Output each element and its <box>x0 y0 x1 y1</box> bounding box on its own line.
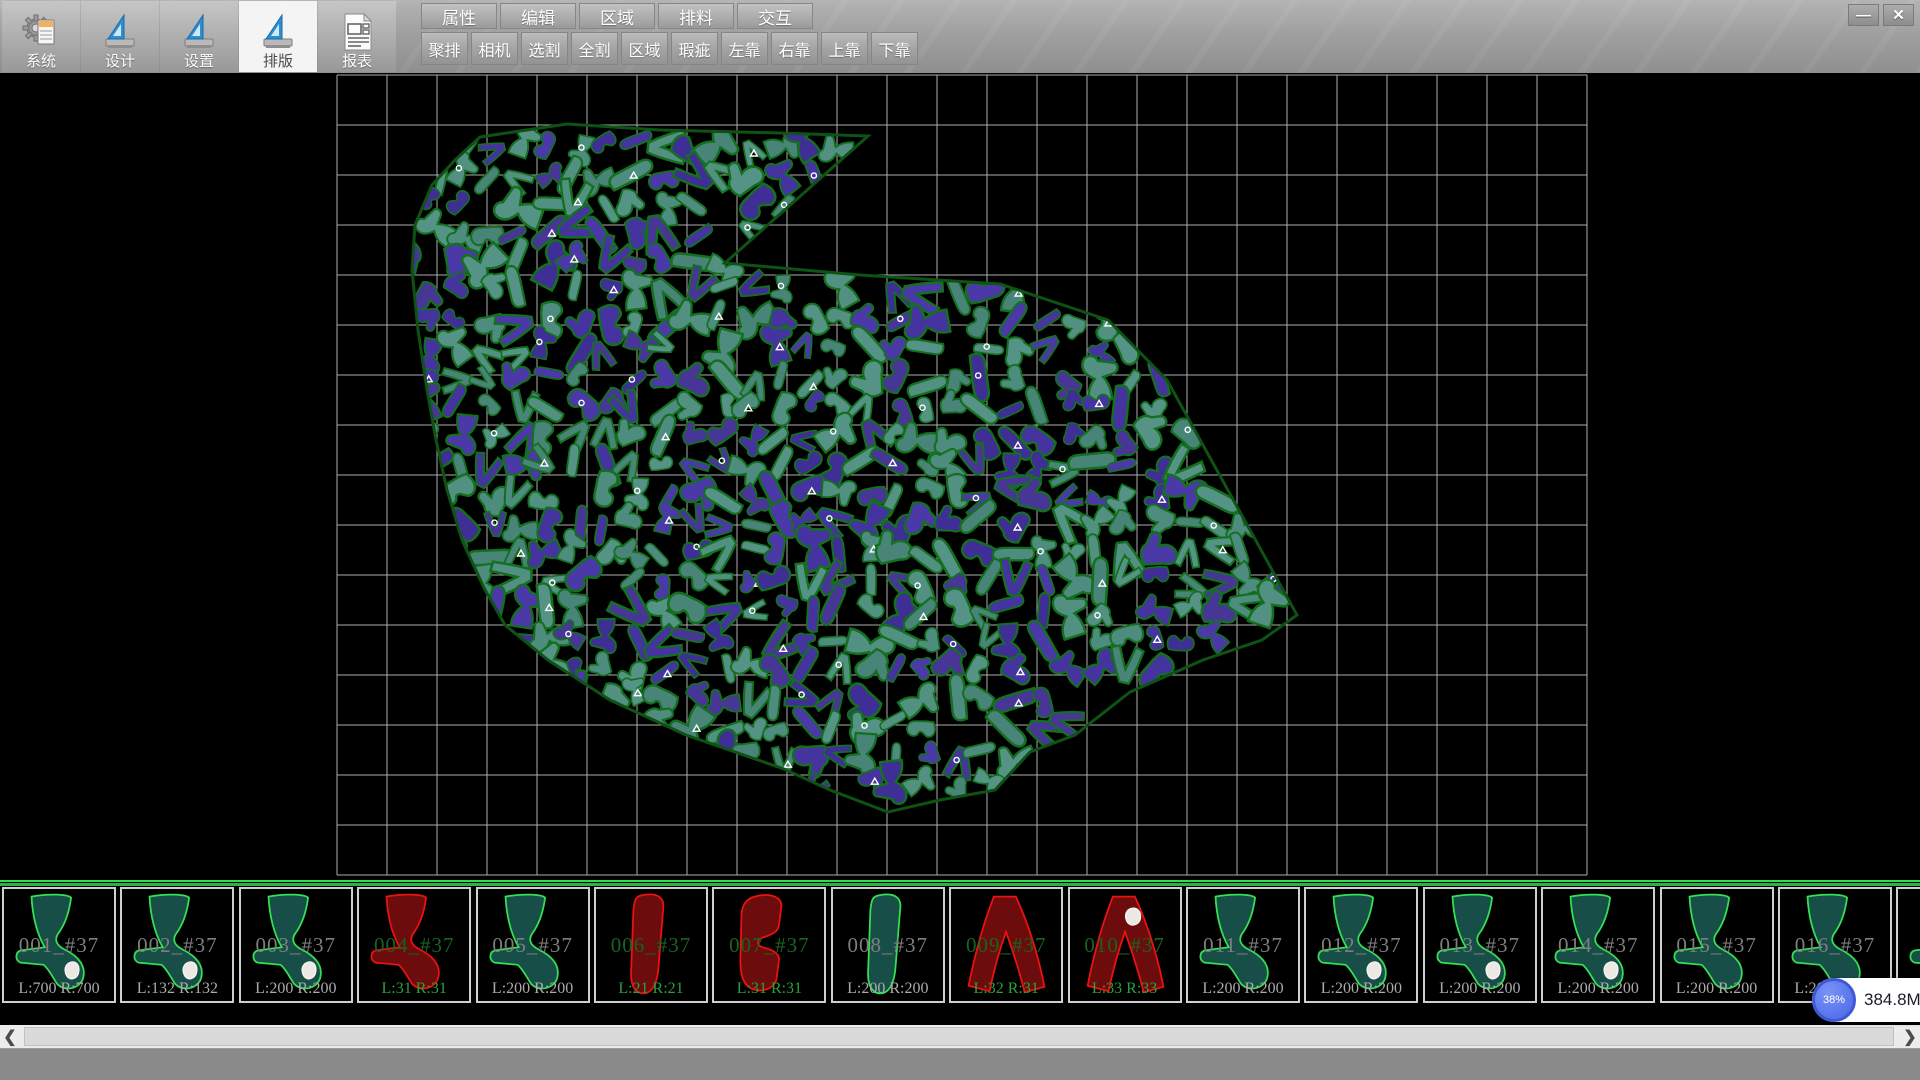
piece-thumbnail-3[interactable]: 003_#37 L:200 R:200 <box>239 887 353 1003</box>
close-button[interactable]: ✕ <box>1883 4 1914 26</box>
horizontal-scrollbar[interactable]: ❮ ❯ <box>0 1025 1920 1048</box>
menu-tab-5[interactable]: 交互 <box>737 3 813 29</box>
system-gear-icon <box>21 12 61 53</box>
piece-thumbnail-8[interactable]: 008_#37 L:200 R:200 <box>831 887 945 1003</box>
piece-id-label: 003_#37 <box>241 933 351 958</box>
tool-button-2[interactable]: 相机 <box>471 32 518 65</box>
piece-thumbnail-strip: 001_#37 L:700 R:700 002_#37 L:132 R:132 003_… <box>0 880 1920 1008</box>
tool-button-7[interactable]: 左靠 <box>721 32 768 65</box>
piece-id-label: 002_#37 <box>122 933 232 958</box>
tool-button-9[interactable]: 上靠 <box>821 32 868 65</box>
piece-id-label: 010_#37 <box>1070 933 1180 958</box>
scrollbar-thumb[interactable] <box>24 1027 1894 1046</box>
piece-lr-values: L:200 R:200 <box>1543 980 1653 998</box>
piece-lr-values: L:200 R:200 <box>833 980 943 998</box>
piece-thumbnail-15[interactable]: 015_#37 L:200 R:200 <box>1660 887 1774 1003</box>
main-button-label: 排版 <box>263 53 293 70</box>
memory-value: 384.8M <box>1864 990 1920 1010</box>
piece-id-label: 016_#37 <box>1780 933 1890 958</box>
menu-tab-1[interactable]: 属性 <box>421 3 497 29</box>
piece-id-label: 012_#37 <box>1306 933 1416 958</box>
piece-lr-values: L:200 R:200 <box>1425 980 1535 998</box>
settings-ruler-icon <box>179 12 219 53</box>
tool-button-1[interactable]: 聚排 <box>421 32 468 65</box>
piece-thumbnail-13[interactable]: 013_#37 L:200 R:200 <box>1423 887 1537 1003</box>
main-button-label: 设计 <box>105 53 135 70</box>
piece-thumbnail-12[interactable]: 012_#37 L:200 R:200 <box>1304 887 1418 1003</box>
window-controls: — ✕ <box>1848 4 1914 26</box>
piece-thumbnail-7[interactable]: 007_#37 L:31 R:31 <box>712 887 826 1003</box>
piece-lr-values: L:200 R:200 <box>1662 980 1772 998</box>
piece-id-label: 015_#37 <box>1662 933 1772 958</box>
main-toolbar: 系统 设计 设置 排版 报表 属性编辑区域排料交互 聚排相机选割全割区域瑕疵左靠… <box>0 0 1920 73</box>
nesting-canvas[interactable] <box>0 73 1920 880</box>
main-button-label: 系统 <box>26 53 56 70</box>
piece-id-label: 004_#37 <box>359 933 469 958</box>
piece-lr-values: L:700 R:700 <box>4 980 114 998</box>
main-button-2[interactable]: 设计 <box>81 1 159 72</box>
tool-button-5[interactable]: 区域 <box>621 32 668 65</box>
piece-lr-values: L:200 R:200 <box>1188 980 1298 998</box>
main-button-1[interactable]: 系统 <box>2 1 80 72</box>
piece-lr-values: L:200 R:200 <box>241 980 351 998</box>
tool-button-10[interactable]: 下靠 <box>871 32 918 65</box>
main-button-5[interactable]: 报表 <box>318 1 396 72</box>
design-ruler-icon <box>100 12 140 53</box>
tool-button-8[interactable]: 右靠 <box>771 32 818 65</box>
piece-lr-values: L:200 R:200 <box>1306 980 1416 998</box>
piece-id-label: 011_#37 <box>1188 933 1298 958</box>
tool-button-6[interactable]: 瑕疵 <box>671 32 718 65</box>
menu-tab-3[interactable]: 区域 <box>579 3 655 29</box>
piece-lr-values: L:33 R:33 <box>1070 980 1180 998</box>
main-button-label: 设置 <box>184 53 214 70</box>
minimize-button[interactable]: — <box>1848 4 1879 26</box>
piece-thumbnail-2[interactable]: 002_#37 L:132 R:132 <box>120 887 234 1003</box>
report-doc-icon <box>337 12 377 53</box>
piece-thumbnail-6[interactable]: 006_#37 L:21 R:21 <box>594 887 708 1003</box>
scroll-right-icon[interactable]: ❯ <box>1900 1025 1920 1048</box>
piece-thumbnail-14[interactable]: 014_#37 L:200 R:200 <box>1541 887 1655 1003</box>
piece-id-label: 007_#37 <box>714 933 824 958</box>
piece-lr-values: L:132 R:132 <box>122 980 232 998</box>
piece-lr-values: L:32 R:31 <box>951 980 1061 998</box>
tool-button-row: 聚排相机选割全割区域瑕疵左靠右靠上靠下靠 <box>421 32 918 65</box>
main-button-label: 报表 <box>342 53 372 70</box>
main-button-4[interactable]: 排版 <box>239 1 317 72</box>
menu-tab-4[interactable]: 排料 <box>658 3 734 29</box>
piece-lr-values: L:21 R:21 <box>596 980 706 998</box>
piece-lr-values: L:200 R:200 <box>478 980 588 998</box>
piece-id-label: 009_#37 <box>951 933 1061 958</box>
piece-thumbnail-5[interactable]: 005_#37 L:200 R:200 <box>476 887 590 1003</box>
piece-id-label: 013_#37 <box>1425 933 1535 958</box>
strip-separator <box>0 880 1920 886</box>
piece-lr-values: L:31 R:31 <box>359 980 469 998</box>
piece-id-label: 014_#37 <box>1543 933 1653 958</box>
piece-thumbnail-1[interactable]: 001_#37 L:700 R:700 <box>2 887 116 1003</box>
piece-id-label: 008_#37 <box>833 933 943 958</box>
piece-thumbnail-4[interactable]: 004_#37 L:31 R:31 <box>357 887 471 1003</box>
status-bar <box>0 1048 1920 1080</box>
usage-percent-icon: 38% <box>1812 978 1856 1022</box>
memory-usage-badge: 38% 384.8M <box>1812 978 1920 1022</box>
piece-lr-values: L:31 R:31 <box>714 980 824 998</box>
layout-ruler-icon <box>258 12 298 53</box>
piece-thumbnail-9[interactable]: 009_#37 L:32 R:31 <box>949 887 1063 1003</box>
scroll-left-icon[interactable]: ❮ <box>0 1025 20 1048</box>
main-button-3[interactable]: 设置 <box>160 1 238 72</box>
piece-id-label: 001_#37 <box>4 933 114 958</box>
menu-tab-2[interactable]: 编辑 <box>500 3 576 29</box>
usage-percent: 38% <box>1823 994 1845 1006</box>
tool-button-4[interactable]: 全割 <box>571 32 618 65</box>
menu-tab-row: 属性编辑区域排料交互 <box>421 3 813 29</box>
application-window: 系统 设计 设置 排版 报表 属性编辑区域排料交互 聚排相机选割全割区域瑕疵左靠… <box>0 0 1920 1080</box>
piece-thumbnail-11[interactable]: 011_#37 L:200 R:200 <box>1186 887 1300 1003</box>
tool-button-3[interactable]: 选割 <box>521 32 568 65</box>
piece-thumbnail-10[interactable]: 010_#37 L:33 R:33 <box>1068 887 1182 1003</box>
piece-id-label: 006_#37 <box>596 933 706 958</box>
nesting-canvas-drawing <box>0 73 1920 880</box>
piece-id-label: 005_#37 <box>478 933 588 958</box>
